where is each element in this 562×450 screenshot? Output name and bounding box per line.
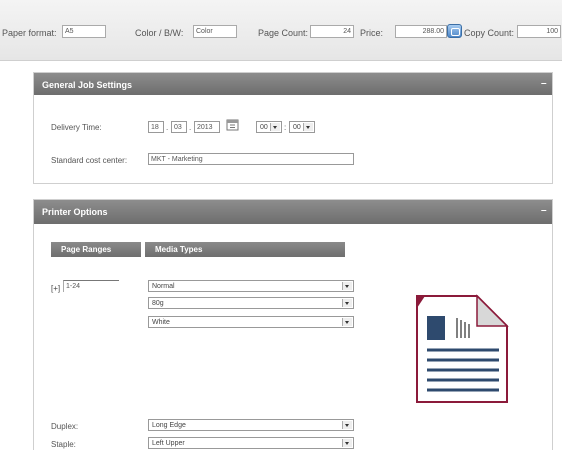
media-type-value: Normal — [152, 283, 175, 290]
chevron-down-icon — [342, 282, 352, 290]
price-field[interactable]: 288.00 — [395, 25, 447, 38]
calculator-icon[interactable] — [447, 24, 462, 38]
chevron-down-icon — [342, 421, 352, 429]
page-range-input[interactable]: 1-24 — [63, 280, 119, 292]
printer-options-panel: Printer Options – Page Ranges Media Type… — [33, 199, 553, 450]
printer-options-header[interactable]: Printer Options — [34, 200, 552, 224]
copy-count-label: Copy Count: — [464, 28, 515, 38]
color-field[interactable]: Color — [193, 25, 237, 38]
printer-options-title: Printer Options — [42, 207, 108, 217]
general-job-settings-panel: General Job Settings – Delivery Time: 18… — [33, 72, 553, 184]
delivery-minute-select[interactable]: 00 — [289, 121, 315, 133]
cost-center-label: Standard cost center: — [51, 156, 128, 165]
page-count-field[interactable]: 24 — [310, 25, 354, 38]
media-color-select[interactable]: White — [148, 316, 354, 328]
document-preview-icon — [416, 294, 509, 403]
chevron-down-icon — [342, 299, 352, 307]
delivery-month-input[interactable]: 03 — [171, 121, 187, 133]
calendar-icon[interactable] — [226, 118, 239, 131]
media-weight-value: 80g — [152, 300, 164, 307]
duplex-label: Duplex: — [51, 422, 79, 431]
media-types-header: Media Types — [145, 242, 345, 257]
paper-format-field[interactable]: A5 — [62, 25, 106, 38]
time-separator: : — [284, 123, 287, 132]
delivery-day-input[interactable]: 18 — [148, 121, 164, 133]
paper-format-label: Paper format: — [2, 28, 57, 38]
media-type-select[interactable]: Normal — [148, 280, 354, 292]
staple-value: Left Upper — [152, 440, 185, 447]
add-page-range-link[interactable]: [+] — [51, 284, 60, 293]
page-ranges-header: Page Ranges — [51, 242, 141, 257]
chevron-down-icon — [342, 439, 352, 447]
color-label: Color / B/W: — [135, 28, 184, 38]
date-separator: . — [189, 123, 192, 132]
chevron-down-icon — [270, 123, 280, 131]
staple-label: Staple: — [51, 440, 76, 449]
chevron-down-icon — [342, 318, 352, 326]
delivery-time-label: Delivery Time: — [51, 123, 102, 132]
delivery-minute-value: 00 — [293, 124, 301, 131]
duplex-select[interactable]: Long Edge — [148, 419, 354, 431]
date-separator: . — [166, 123, 169, 132]
price-label: Price: — [360, 28, 384, 38]
delivery-year-input[interactable]: 2013 — [194, 121, 220, 133]
page-ranges-header-label: Page Ranges — [61, 245, 112, 254]
printer-collapse-button[interactable]: – — [541, 205, 547, 216]
duplex-value: Long Edge — [152, 422, 186, 429]
staple-select[interactable]: Left Upper — [148, 437, 354, 449]
general-collapse-button[interactable]: – — [541, 78, 547, 89]
media-weight-select[interactable]: 80g — [148, 297, 354, 309]
summary-toolbar: Paper format: A5 Color / B/W: Color Page… — [0, 0, 562, 61]
media-types-header-label: Media Types — [155, 245, 203, 254]
page-count-label: Page Count: — [258, 28, 309, 38]
delivery-hour-select[interactable]: 00 — [256, 121, 282, 133]
chevron-down-icon — [303, 123, 313, 131]
media-color-value: White — [152, 319, 170, 326]
cost-center-input[interactable]: MKT - Marketing — [148, 153, 354, 165]
general-job-settings-header[interactable]: General Job Settings — [34, 73, 552, 95]
general-job-settings-title: General Job Settings — [42, 80, 133, 90]
copy-count-field[interactable]: 100 — [517, 25, 561, 38]
delivery-hour-value: 00 — [260, 124, 268, 131]
